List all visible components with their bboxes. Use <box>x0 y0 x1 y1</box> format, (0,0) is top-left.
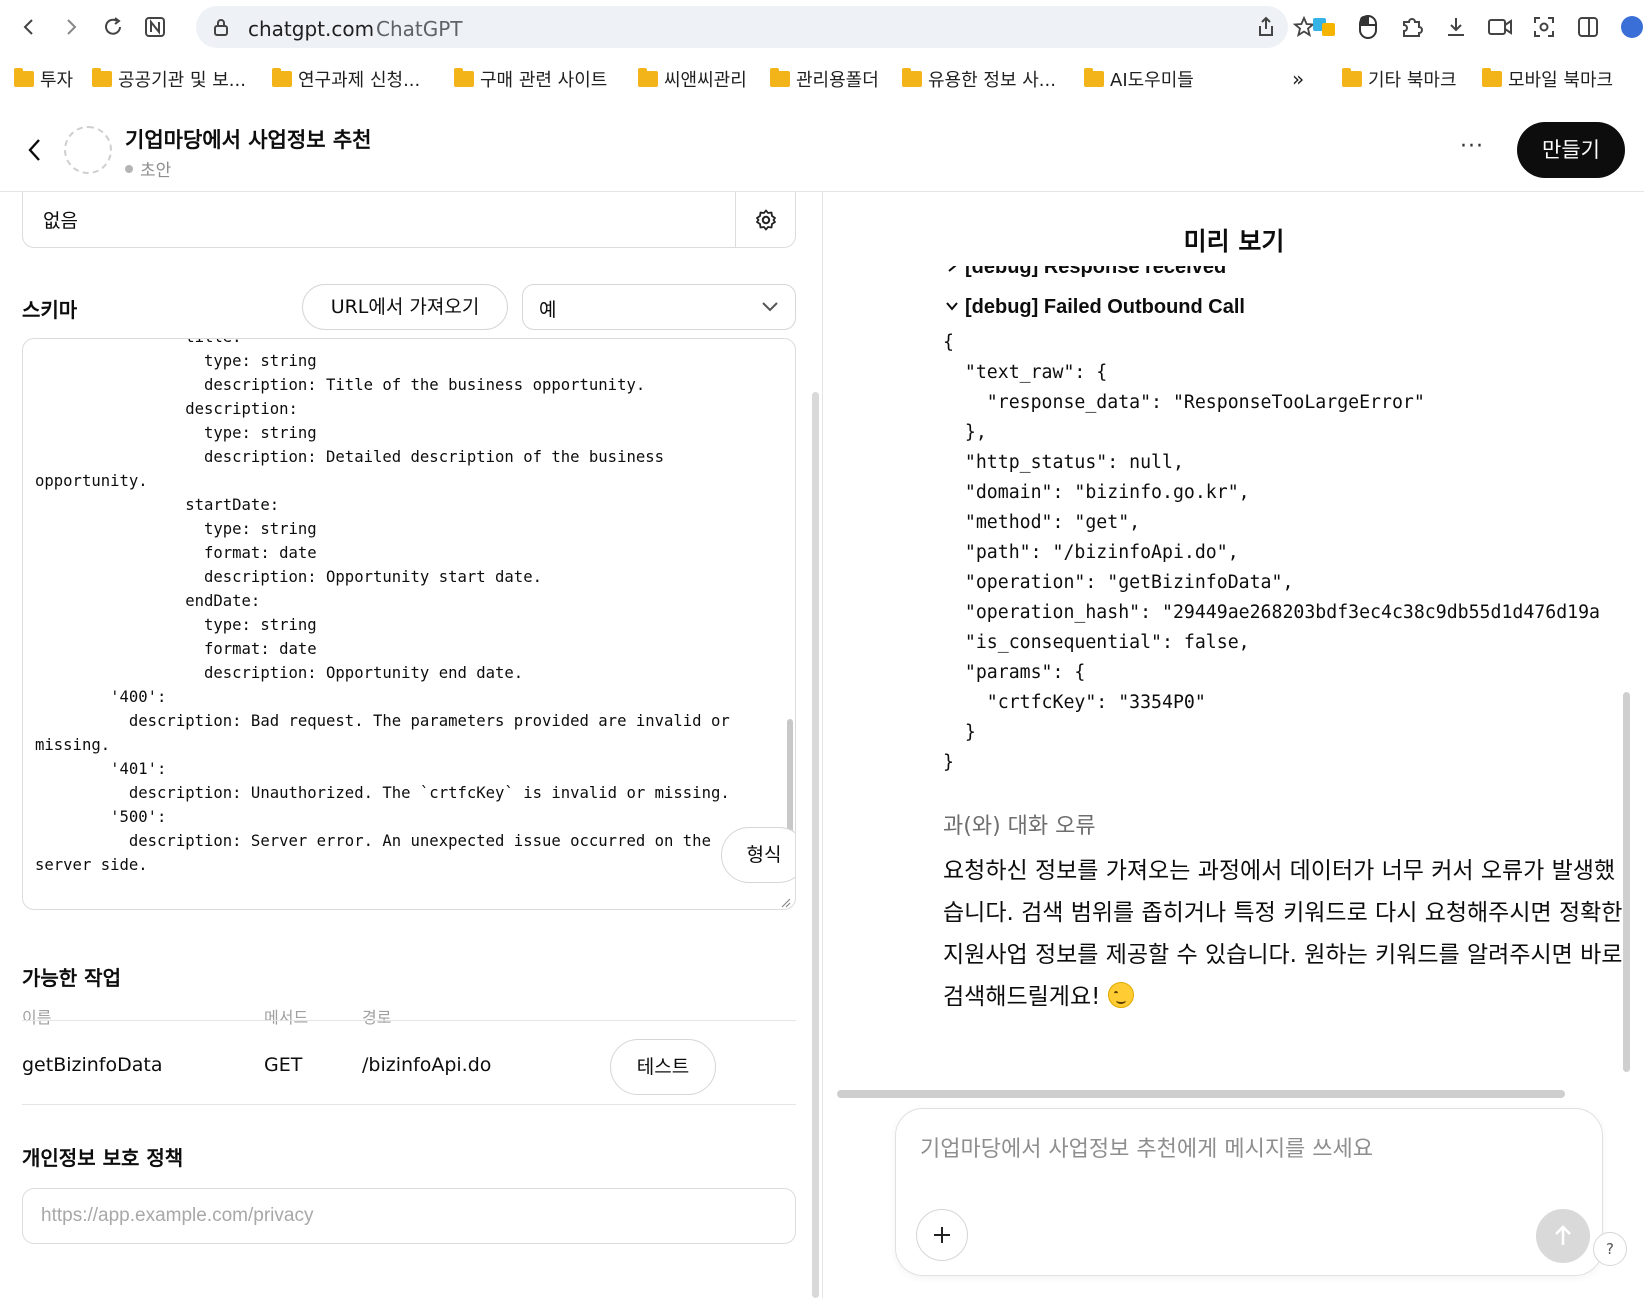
share-icon[interactable] <box>1254 15 1278 39</box>
format-button[interactable]: 형식 <box>721 827 795 883</box>
side-panel-icon[interactable] <box>1574 13 1602 41</box>
preview-title: 미리 보기 <box>1183 227 1285 256</box>
smiling-face-icon <box>1107 982 1134 1008</box>
video-record-icon[interactable] <box>1486 13 1514 41</box>
folder-icon <box>1342 68 1362 87</box>
extensions-puzzle-icon[interactable] <box>1398 13 1426 41</box>
resize-handle-icon[interactable] <box>779 893 791 908</box>
bookmark-folder[interactable]: 유용한 정보 사... <box>902 65 1056 93</box>
screenshot-icon[interactable] <box>1530 13 1558 41</box>
notion-icon[interactable] <box>138 10 172 44</box>
folder-icon <box>1482 68 1502 87</box>
bookmarks-overflow-button[interactable]: » <box>1292 65 1304 93</box>
chevron-right-icon <box>945 266 959 279</box>
config-panel-scrollbar[interactable] <box>812 392 819 1298</box>
back-icon[interactable] <box>12 10 46 44</box>
bookmark-folder[interactable]: AI도우미들 <box>1084 65 1194 93</box>
folder-icon <box>902 68 922 87</box>
more-options-button[interactable]: ··· <box>1450 132 1494 168</box>
table-divider <box>22 1104 796 1105</box>
message-composer[interactable]: 기업마당에서 사업정보 추천에게 메시지를 쓰세요 <box>895 1108 1603 1276</box>
schema-text[interactable]: title: type: string description: Title o… <box>35 339 795 877</box>
status-dot-icon <box>125 164 133 173</box>
chevron-down-icon <box>945 296 959 319</box>
bookmark-folder[interactable]: 연구과제 신청... <box>272 65 420 93</box>
lock-icon[interactable] <box>210 16 232 42</box>
examples-select[interactable]: 예 <box>522 284 796 330</box>
test-button[interactable]: 테스트 <box>610 1039 716 1095</box>
bookmarks-bar: 투자 공공기관 및 보... 연구과제 신청... 구매 관련 사이트 씨앤씨관… <box>0 58 1644 100</box>
folder-icon <box>272 68 292 87</box>
preview-horizontal-scrollbar[interactable] <box>837 1090 1565 1098</box>
bookmark-folder-mobile[interactable]: 모바일 북마크 <box>1482 65 1613 93</box>
gpt-avatar-placeholder[interactable] <box>64 126 112 174</box>
preview-panel: 미리 보기 [debug] Response received [debug] … <box>822 192 1644 1298</box>
conversation-error-label: 과(와) 대화 오류 <box>943 814 1096 839</box>
examples-selected-value: 예 <box>539 299 557 321</box>
attach-plus-icon[interactable] <box>916 1209 968 1261</box>
debug-response-toggle[interactable]: [debug] Response received <box>945 266 1226 279</box>
folder-icon <box>1084 68 1104 87</box>
mouse-extension-icon[interactable] <box>1354 13 1382 41</box>
gear-icon[interactable] <box>735 192 795 248</box>
profile-avatar-icon[interactable] <box>1618 13 1644 41</box>
forward-icon[interactable] <box>54 10 88 44</box>
privacy-policy-input[interactable] <box>22 1188 796 1244</box>
browser-toolbar: chatgpt.com ChatGPT <box>0 0 1644 56</box>
bookmark-folder[interactable]: 관리용폴더 <box>770 65 879 93</box>
operation-path: /bizinfoApi.do <box>362 1054 492 1076</box>
column-header-path: 경로 <box>362 1008 392 1027</box>
reload-icon[interactable] <box>96 10 130 44</box>
preview-scrollbar[interactable] <box>1623 692 1630 1072</box>
download-icon[interactable] <box>1442 13 1470 41</box>
send-arrow-icon[interactable] <box>1536 1209 1590 1263</box>
help-button[interactable]: ? <box>1593 1232 1627 1266</box>
debug-json-output: { "text_raw": { "response_data": "Respon… <box>943 332 1600 773</box>
schema-editor[interactable]: title: type: string description: Title o… <box>22 338 796 910</box>
operation-name: getBizinfoData <box>22 1054 163 1076</box>
draft-status: 초안 <box>125 156 171 181</box>
chevron-down-icon <box>761 299 779 318</box>
composer-placeholder[interactable]: 기업마당에서 사업정보 추천에게 메시지를 쓰세요 <box>920 1131 1373 1163</box>
bookmark-folder-other[interactable]: 기타 북마크 <box>1342 65 1457 93</box>
column-header-method: 메서드 <box>264 1008 309 1027</box>
authentication-field[interactable]: 없음 <box>22 192 796 248</box>
table-divider <box>22 1020 796 1021</box>
bookmark-folder[interactable]: 투자 <box>14 65 73 93</box>
available-actions-label: 가능한 작업 <box>22 966 121 990</box>
action-config-panel: 없음 스키마 URL에서 가져오기 예 title: type: string … <box>0 192 810 1298</box>
create-button[interactable]: 만들기 <box>1517 122 1625 178</box>
translate-extension-icon[interactable] <box>1310 13 1338 41</box>
folder-icon <box>770 68 790 87</box>
folder-icon <box>454 68 474 87</box>
folder-icon <box>92 68 112 87</box>
column-header-name: 이름 <box>22 1008 52 1027</box>
bookmark-folder[interactable]: 구매 관련 사이트 <box>454 65 607 93</box>
operation-method: GET <box>264 1054 303 1076</box>
folder-icon <box>638 68 658 87</box>
debug-failed-call-toggle[interactable]: [debug] Failed Outbound Call <box>945 296 1245 319</box>
schema-label: 스키마 <box>22 298 78 322</box>
bookmark-folder[interactable]: 공공기관 및 보... <box>92 65 246 93</box>
import-from-url-button[interactable]: URL에서 가져오기 <box>302 284 508 330</box>
url-host: chatgpt.com <box>248 17 375 41</box>
assistant-message: 요청하신 정보를 가져오는 과정에서 데이터가 너무 커서 오류가 발생했습니다… <box>943 858 1623 1010</box>
bookmark-folder[interactable]: 씨앤씨관리 <box>638 65 747 93</box>
privacy-policy-label: 개인정보 보호 정책 <box>22 1146 184 1170</box>
back-button[interactable] <box>18 130 52 170</box>
gpt-title: 기업마당에서 사업정보 추천 <box>125 128 372 152</box>
folder-icon <box>14 68 34 87</box>
address-bar[interactable]: chatgpt.com ChatGPT <box>196 6 1316 48</box>
authentication-value: 없음 <box>43 210 78 232</box>
gpt-editor-header: 기업마당에서 사업정보 추천 초안 ··· 만들기 <box>0 106 1644 192</box>
url-page-title: ChatGPT <box>376 17 463 41</box>
